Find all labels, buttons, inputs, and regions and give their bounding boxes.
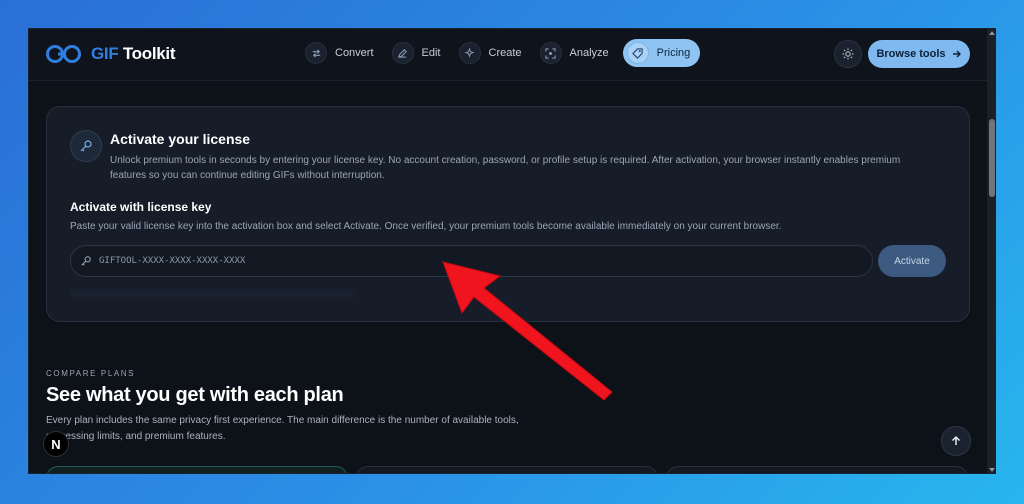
plan-card-pro[interactable]	[356, 466, 658, 473]
arrows-swap-icon	[305, 42, 327, 64]
nav-analyze-label: Analyze	[569, 47, 609, 59]
brand-name: GIF Toolkit	[91, 44, 176, 63]
license-key-field[interactable]	[70, 245, 873, 277]
theme-toggle-button[interactable]	[834, 40, 862, 68]
nav-edit[interactable]: Edit	[388, 39, 451, 67]
scroll-up-arrow-icon[interactable]	[989, 31, 995, 35]
plan-card-free[interactable]	[46, 466, 348, 473]
nav-create-label: Create	[488, 47, 522, 59]
sun-icon	[842, 48, 854, 60]
nav-pricing[interactable]: Pricing	[622, 39, 701, 67]
browser-window: GIF Toolkit Convert Edit Create Analyze …	[28, 28, 996, 474]
nav-analyze[interactable]: Analyze	[536, 39, 619, 67]
key-input-icon	[81, 256, 91, 266]
license-description: Unlock premium tools in seconds by enter…	[110, 155, 901, 181]
activate-license-card: Activate your license Unlock premium too…	[46, 106, 970, 322]
license-key-input[interactable]	[99, 247, 859, 275]
plans-section-description: Every plan includes the same privacy fir…	[46, 415, 519, 442]
license-title: Activate your license	[110, 131, 251, 147]
nextjs-dev-badge-icon[interactable]: N	[43, 431, 69, 457]
plans-section-title: See what you get with each plan	[46, 384, 344, 406]
nav-convert[interactable]: Convert	[301, 39, 384, 67]
scrollbar-thumb[interactable]	[989, 119, 995, 197]
browse-tools-button[interactable]: Browse tools	[868, 40, 970, 68]
key-icon	[70, 130, 102, 162]
plan-card-premium[interactable]	[666, 466, 968, 473]
status-placeholder	[70, 289, 356, 297]
sparkle-icon	[458, 42, 481, 64]
tag-icon	[626, 42, 649, 64]
activate-button[interactable]: Activate	[878, 245, 946, 277]
license-key-subtitle: Activate with license key	[70, 200, 212, 214]
nav-pricing-label: Pricing	[656, 47, 691, 59]
scroll-to-top-button[interactable]	[941, 426, 971, 456]
arrow-up-icon	[951, 435, 961, 445]
main-nav: Convert Edit Create Analyze Pricing	[301, 39, 704, 67]
pencil-icon	[391, 42, 414, 64]
arrow-right-icon	[952, 50, 961, 58]
brand-logo[interactable]: GIF Toolkit	[45, 41, 176, 67]
nav-create[interactable]: Create	[455, 39, 532, 67]
browse-tools-label: Browse tools	[876, 48, 946, 60]
license-key-instructions: Paste your valid license key into the ac…	[70, 221, 782, 232]
nav-convert-label: Convert	[335, 47, 374, 59]
nav-edit-label: Edit	[421, 47, 441, 59]
scan-icon	[539, 42, 562, 64]
scroll-down-arrow-icon[interactable]	[989, 468, 995, 472]
gif-toolkit-logo-icon	[46, 45, 81, 63]
top-navbar: GIF Toolkit Convert Edit Create Analyze …	[29, 29, 987, 81]
compare-plans-eyebrow: COMPARE PLANS	[46, 369, 136, 378]
page-scrollbar[interactable]	[987, 29, 995, 473]
